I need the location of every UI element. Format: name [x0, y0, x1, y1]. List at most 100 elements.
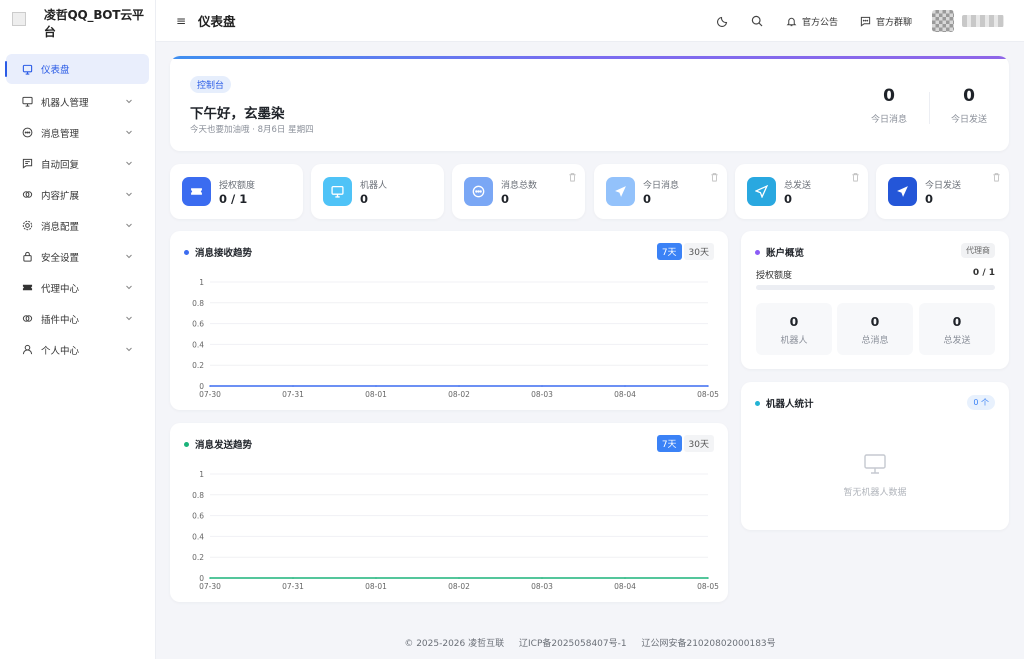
data-point: [458, 577, 460, 579]
stat-label: 今日消息: [643, 181, 680, 191]
y-tick-label: 0.2: [192, 553, 204, 562]
stat-value: 0: [784, 192, 793, 206]
trash-icon[interactable]: [992, 172, 1001, 182]
stat-label: 今日消息: [870, 115, 907, 125]
send-trend-chart: 00.20.40.60.8107-30 07-31 08-01 08-02 08-03 0…: [192, 470, 719, 591]
chevron-down-icon: [126, 99, 132, 104]
chevron-down-icon: [126, 285, 132, 290]
chevron-down-icon: [126, 223, 132, 228]
range-toggle: 7天 30天: [656, 243, 714, 260]
sidebar-item-agent-center[interactable]: 代理中心: [6, 272, 149, 303]
chat-icon: [22, 127, 33, 138]
x-tick-label: 08-03: [531, 582, 553, 591]
data-point: [707, 577, 709, 579]
chevron-down-icon: [126, 192, 132, 197]
y-tick-label: 0.4: [192, 340, 204, 349]
sidebar-item-security[interactable]: 安全设置: [6, 241, 149, 272]
data-point: [292, 577, 294, 579]
trash-icon[interactable]: [568, 172, 577, 182]
copyright: © 2025-2026 凌哲互联: [404, 639, 505, 649]
chevron-down-icon: [126, 161, 132, 166]
sidebar-item-label: 安全设置: [41, 252, 80, 264]
receive-trend-card: 消息接收趋势 7天 30天 0 0.2 0.4 0.6 0.8 1 07-30 07-31 08…: [170, 231, 728, 410]
send-outline-icon: [747, 177, 776, 206]
x-tick-label: 07-31: [282, 390, 304, 399]
section-title-text: 账户概览: [766, 248, 805, 259]
stat-card-total-messages[interactable]: 消息总数 0: [452, 164, 585, 219]
sidebar-item-label: 消息配置: [41, 221, 80, 233]
ticket-icon: [22, 282, 33, 293]
dashboard-icon: [22, 64, 33, 75]
stat-card-quota[interactable]: 授权额度 0 / 1: [170, 164, 303, 219]
moon-icon[interactable]: [716, 14, 730, 28]
topbar-actions: 官方公告 官方群聊: [696, 0, 1004, 42]
lock-icon: [22, 251, 33, 262]
mini-value: 0: [870, 314, 880, 329]
mini-value: 0: [789, 314, 799, 329]
avatar[interactable]: [932, 10, 954, 32]
mini-label: 总发送: [943, 336, 971, 346]
range-30d-button[interactable]: 30天: [683, 435, 714, 452]
brand[interactable]: 凌哲QQ_BOT云平台: [0, 0, 155, 46]
title-dot: [755, 400, 760, 406]
sidebar-item-robot-management[interactable]: 机器人管理: [6, 86, 149, 117]
range-toggle: 7天 30天: [656, 435, 714, 452]
data-point: [624, 577, 626, 579]
y-tick-label: 0.6: [192, 512, 204, 521]
x-tick-label: 08-02: [448, 582, 470, 591]
sidebar-item-message-config[interactable]: 消息配置: [6, 210, 149, 241]
data-point: [292, 385, 294, 387]
sidebar-item-label: 机器人管理: [41, 97, 89, 109]
search-icon[interactable]: [750, 14, 764, 28]
group-chat-link[interactable]: 官方群聊: [860, 15, 912, 28]
range-7d-button[interactable]: 7天: [656, 435, 682, 452]
data-point: [375, 385, 377, 387]
stat-card-robots[interactable]: 机器人 0: [311, 164, 444, 219]
x-tick-label: 07-30: [199, 390, 221, 399]
menu-toggle-icon[interactable]: ≡: [176, 14, 188, 28]
y-tick-label: 0.4: [192, 532, 204, 541]
trash-icon[interactable]: [710, 172, 719, 182]
sidebar-item-message-management[interactable]: 消息管理: [6, 117, 149, 148]
mini-label: 总消息: [861, 336, 889, 346]
quota-label: 授权额度: [756, 271, 793, 281]
stat-value: 0: [883, 86, 895, 106]
stat-card-today-sent[interactable]: 今日发送 0: [876, 164, 1009, 219]
sidebar: 凌哲QQ_BOT云平台 仪表盘 机器人管理 消息管理 自动回复 内容扩展 消息配…: [0, 0, 156, 659]
title-dot: [184, 441, 189, 447]
range-30d-button[interactable]: 30天: [683, 243, 714, 260]
stat-card-today-messages[interactable]: 今日消息 0: [594, 164, 727, 219]
stat-value: 0: [501, 192, 510, 206]
sidebar-item-auto-reply[interactable]: 自动回复: [6, 148, 149, 179]
sidebar-item-dashboard[interactable]: 仪表盘: [5, 54, 149, 84]
topbar: ≡ 仪表盘 官方公告 官方群聊: [156, 0, 1024, 42]
logo-image: [12, 12, 26, 26]
title-dot: [184, 249, 189, 255]
sidebar-item-content-extension[interactable]: 内容扩展: [6, 179, 149, 210]
plugin-icon: [22, 313, 33, 324]
range-7d-button[interactable]: 7天: [656, 243, 682, 260]
account-overview-card: 账户概览 代理商 授权额度 0 / 1 0 机器人 0 总消息 0 总发送: [741, 231, 1009, 369]
username-blurred[interactable]: [962, 15, 1004, 27]
sidebar-item-label: 代理中心: [41, 283, 80, 295]
brand-title: 凌哲QQ_BOT云平台: [43, 8, 144, 39]
stat-card-total-sent[interactable]: 总发送 0: [735, 164, 868, 219]
quota-progress-bar: [756, 285, 995, 290]
link-icon: [22, 189, 33, 200]
icp-link[interactable]: 辽ICP备2025058407号-1: [519, 639, 627, 649]
sidebar-item-personal-center[interactable]: 个人中心: [6, 334, 149, 365]
today-sent-stat: 0 今日发送: [939, 86, 999, 125]
divider: [929, 92, 930, 124]
data-point: [458, 385, 460, 387]
x-tick-label: 08-01: [365, 582, 387, 591]
police-link[interactable]: 辽公网安备21020802000183号: [641, 639, 775, 649]
announcement-link[interactable]: 官方公告: [786, 15, 838, 28]
section-title: 账户概览: [755, 245, 804, 259]
mini-stat-sent: 0 总发送: [919, 303, 995, 355]
x-tick-label: 08-03: [531, 390, 553, 399]
chart-title-text: 消息发送趋势: [195, 440, 253, 451]
sidebar-item-plugin-center[interactable]: 插件中心: [6, 303, 149, 334]
empty-state-text: 暂无机器人数据: [843, 488, 907, 498]
trash-icon[interactable]: [851, 172, 860, 182]
robot-stats-card: 机器人统计 0 个 暂无机器人数据: [741, 382, 1009, 530]
